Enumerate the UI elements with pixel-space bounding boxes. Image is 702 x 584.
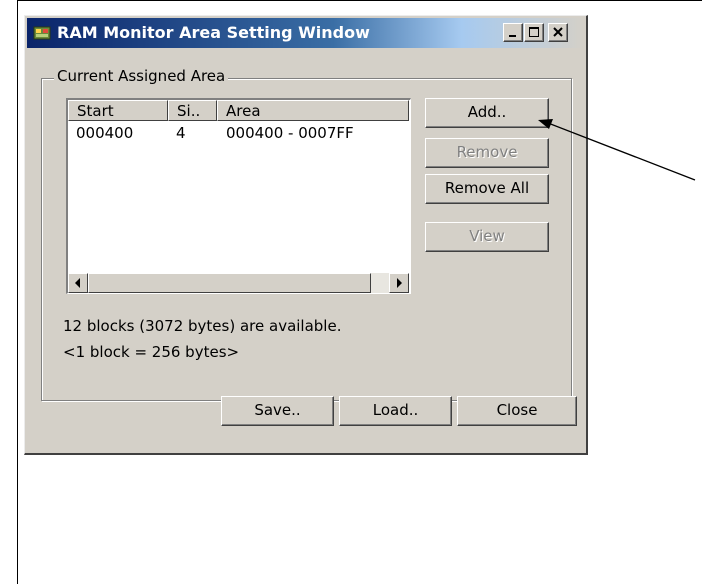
document-frame-top bbox=[17, 0, 702, 1]
assigned-area-list[interactable]: Start Si.. Area 000400 4 000400 - 0007FF bbox=[66, 98, 411, 294]
ram-monitor-area-setting-window: RAM Monitor Area Setting Window Current … bbox=[24, 15, 588, 455]
horizontal-scrollbar[interactable] bbox=[68, 273, 409, 293]
cell-size: 4 bbox=[176, 124, 186, 142]
block-size-text: <1 block = 256 bytes> bbox=[63, 343, 240, 361]
remove-button[interactable]: Remove bbox=[425, 138, 549, 168]
remove-all-button[interactable]: Remove All bbox=[425, 174, 549, 204]
maximize-button[interactable] bbox=[524, 23, 544, 42]
column-header-size[interactable]: Si.. bbox=[168, 100, 217, 121]
add-button[interactable]: Add.. bbox=[425, 98, 549, 128]
arrow-right-icon bbox=[397, 278, 402, 288]
window-title: RAM Monitor Area Setting Window bbox=[57, 23, 370, 42]
load-button[interactable]: Load.. bbox=[339, 396, 452, 426]
list-header: Start Si.. Area bbox=[68, 100, 410, 121]
title-bar[interactable]: RAM Monitor Area Setting Window bbox=[27, 18, 584, 48]
list-row[interactable]: 000400 4 000400 - 0007FF bbox=[68, 124, 410, 144]
cell-start: 000400 bbox=[76, 124, 134, 142]
close-icon bbox=[553, 27, 563, 37]
scroll-left-button[interactable] bbox=[68, 273, 88, 293]
cell-area: 000400 - 0007FF bbox=[226, 124, 354, 142]
maximize-icon bbox=[529, 27, 539, 37]
arrow-left-icon bbox=[75, 278, 80, 288]
column-header-start[interactable]: Start bbox=[68, 100, 168, 121]
close-window-button[interactable] bbox=[548, 23, 568, 42]
scroll-thumb[interactable] bbox=[88, 273, 371, 293]
document-frame-left bbox=[17, 0, 18, 584]
minimize-icon bbox=[509, 35, 516, 37]
scroll-right-button[interactable] bbox=[389, 273, 409, 293]
app-icon bbox=[33, 24, 51, 42]
group-legend: Current Assigned Area bbox=[54, 67, 229, 85]
close-button[interactable]: Close bbox=[457, 396, 577, 426]
available-blocks-text: 12 blocks (3072 bytes) are available. bbox=[63, 317, 342, 335]
save-button[interactable]: Save.. bbox=[221, 396, 334, 426]
minimize-button[interactable] bbox=[503, 23, 523, 42]
view-button[interactable]: View bbox=[425, 222, 549, 252]
column-header-area[interactable]: Area bbox=[217, 100, 409, 121]
